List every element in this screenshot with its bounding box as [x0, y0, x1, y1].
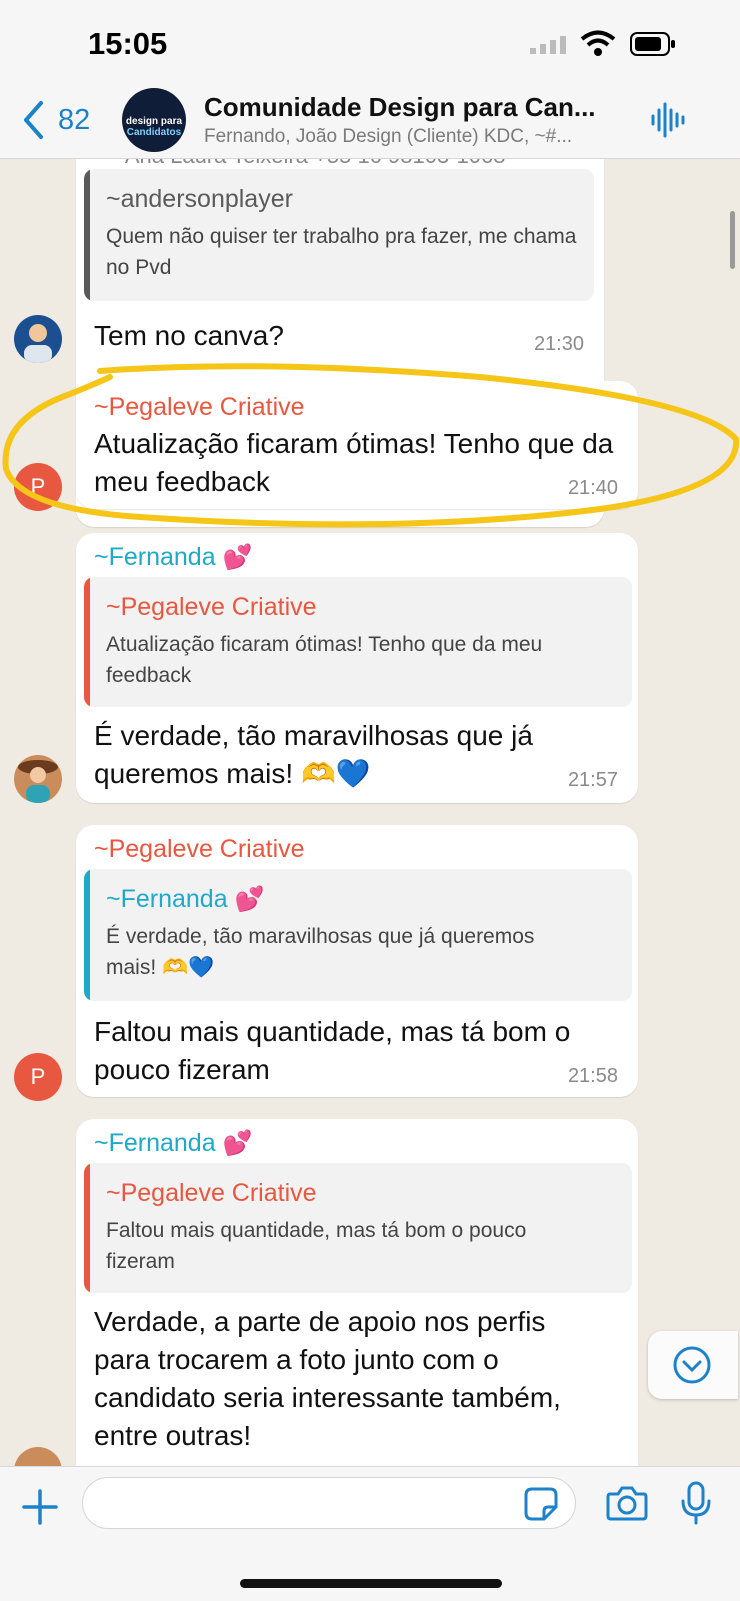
audio-waveform-icon[interactable] [650, 100, 686, 140]
unread-count: 82 [58, 103, 91, 136]
group-members[interactable]: Fernando, João Design (Cliente) KDC, ~#.… [204, 126, 624, 148]
avatar[interactable]: P [14, 1053, 62, 1101]
quoted-author: ~Pegaleve Criative [106, 593, 317, 621]
battery-icon [630, 32, 675, 56]
sender-emoji: 💕 [222, 1130, 253, 1157]
scroll-down-icon [673, 1346, 711, 1384]
message-bubble[interactable]: ~Fernanda 💕 ~Pegaleve Criative Faltou ma… [76, 1119, 638, 1466]
wifi-icon [580, 30, 616, 56]
scroll-indicator[interactable] [730, 211, 735, 269]
camera-icon[interactable] [606, 1485, 648, 1521]
sender-name: ~Pegaleve Criative [94, 835, 305, 863]
quoted-author: ~andersonplayer [106, 185, 293, 213]
quoted-author-emoji: 💕 [234, 886, 265, 913]
quoted-message[interactable]: ~Pegaleve Criative Atualização ficaram ó… [84, 577, 632, 707]
sender-emoji: 💕 [222, 544, 253, 571]
person-photo-icon [18, 760, 58, 803]
microphone-icon[interactable] [680, 1481, 712, 1525]
quoted-text: É verdade, tão maravilhosas que já quere… [106, 925, 535, 979]
sender-name: ~Fernanda 💕 [94, 543, 252, 572]
sender-name-text: ~Fernanda [94, 543, 216, 571]
chat-header: 82 design para Candidatos Comunidade Des… [0, 88, 740, 159]
group-name[interactable]: Comunidade Design para Can... [204, 92, 624, 123]
message-bubble[interactable]: ~Fernanda 💕 ~Pegaleve Criative Atualizaç… [76, 533, 638, 803]
quoted-text: Faltou mais quantidade, mas tá bom o pou… [106, 1219, 527, 1273]
quoted-author: ~Fernanda 💕 [106, 885, 264, 914]
highlight-annotation [2, 363, 740, 528]
plus-icon[interactable] [22, 1489, 58, 1525]
quoted-author: ~Pegaleve Criative [106, 1179, 317, 1207]
scroll-down-button[interactable] [648, 1331, 738, 1399]
quoted-text: Quem não quiser ter trabalho pra fazer, … [106, 225, 577, 279]
quoted-message[interactable]: ~Pegaleve Criative Faltou mais quantidad… [84, 1163, 632, 1293]
sender-name-text: ~Fernanda [94, 1129, 216, 1157]
avatar[interactable] [14, 315, 62, 363]
person-photo-icon [24, 324, 52, 363]
message-text: Verdade, a parte de apoio nos perfis par… [94, 1306, 561, 1451]
message-bubble[interactable]: ~Pegaleve Criative ~Fernanda 💕 É verdade… [76, 825, 638, 1097]
quoted-author-text: ~Fernanda [106, 885, 228, 913]
home-indicator [240, 1579, 502, 1588]
back-button[interactable]: 82 [22, 100, 90, 140]
quoted-message[interactable]: ~andersonplayer Quem não quiser ter trab… [84, 169, 594, 301]
sticker-icon[interactable] [524, 1487, 558, 1521]
message-time: 21:58 [567, 1065, 618, 1087]
quoted-message[interactable]: ~Fernanda 💕 É verdade, tão maravilhosas … [84, 869, 632, 1001]
status-time: 15:05 [88, 26, 168, 61]
group-avatar[interactable]: design para Candidatos [122, 88, 186, 152]
avatar[interactable] [14, 1447, 62, 1466]
message-time: 21:57 [567, 769, 618, 791]
partial-sender-line: ~Ana Laura Teixeira +55 16 98103-1068 [112, 159, 505, 169]
avatar[interactable] [14, 755, 62, 803]
message-text: É verdade, tão maravilhosas que já quere… [94, 720, 533, 789]
avatar-logo-line2: Candidatos [126, 127, 182, 138]
signal-icon [530, 36, 566, 54]
avatar-logo-line1: design para [125, 116, 183, 127]
input-bar [0, 1466, 740, 1601]
message-time: 21:30 [533, 333, 584, 355]
status-bar: 15:05 [0, 0, 740, 90]
message-input[interactable] [82, 1477, 576, 1529]
chat-area[interactable]: ~Ana Laura Teixeira +55 16 98103-1068 ~a… [0, 159, 740, 1466]
back-chevron-icon [24, 101, 43, 139]
quoted-text: Atualização ficaram ótimas! Tenho que da… [106, 633, 543, 687]
message-text: Faltou mais quantidade, mas tá bom o pou… [94, 1016, 571, 1085]
sender-name: ~Fernanda 💕 [94, 1129, 252, 1158]
